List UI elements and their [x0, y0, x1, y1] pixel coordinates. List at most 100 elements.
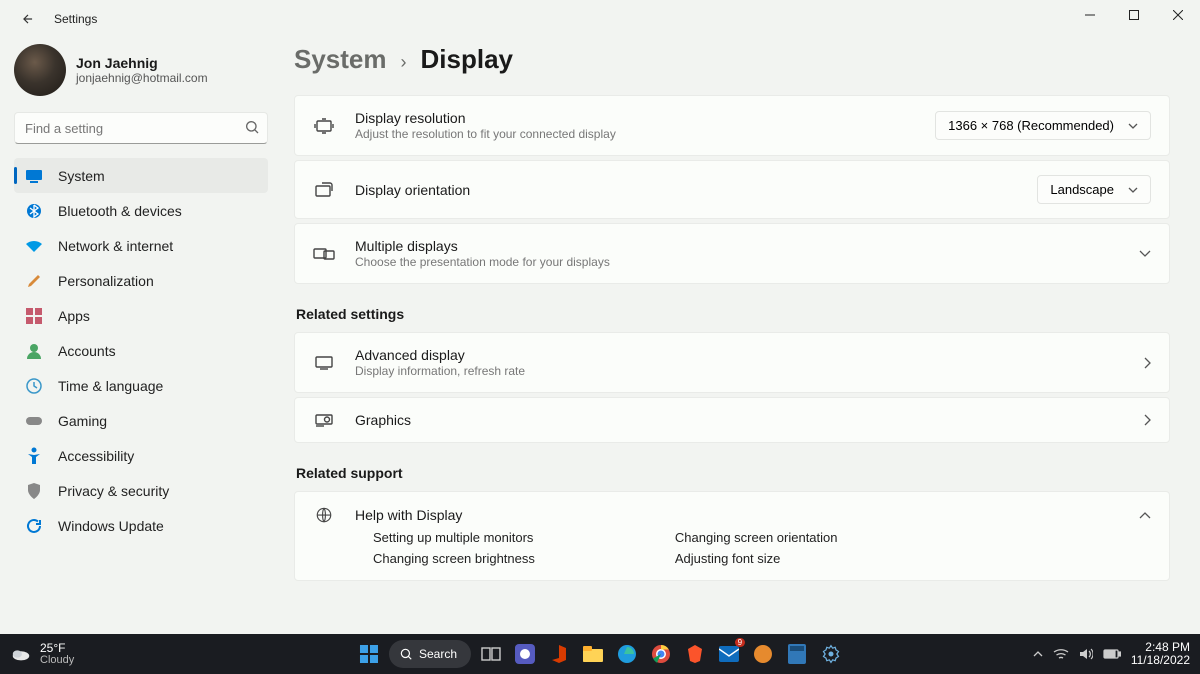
- chevron-down-icon: [1139, 250, 1151, 257]
- resolution-dropdown[interactable]: 1366 × 768 (Recommended): [935, 111, 1151, 140]
- help-link[interactable]: Changing screen brightness: [373, 551, 535, 566]
- taskbar-app-edge[interactable]: [613, 640, 641, 668]
- chevron-right-icon: ›: [401, 52, 407, 73]
- update-icon: [24, 516, 44, 536]
- person-icon: [24, 341, 44, 361]
- search-icon: [244, 119, 260, 135]
- search-input[interactable]: [14, 112, 268, 144]
- sidebar-item-accessibility[interactable]: Accessibility: [14, 438, 268, 473]
- help-with-display[interactable]: Help with Display Setting up multiple mo…: [294, 491, 1170, 581]
- wifi-icon: [24, 236, 44, 256]
- orientation-dropdown[interactable]: Landscape: [1037, 175, 1151, 204]
- setting-graphics[interactable]: Graphics: [294, 397, 1170, 443]
- dropdown-value: Landscape: [1050, 182, 1114, 197]
- setting-title: Advanced display: [355, 347, 1144, 363]
- taskbar-clock[interactable]: 2:48 PM 11/18/2022: [1131, 641, 1190, 667]
- dropdown-value: 1366 × 768 (Recommended): [948, 118, 1114, 133]
- monitor-icon: [313, 355, 335, 371]
- setting-subtitle: Adjust the resolution to fit your connec…: [355, 127, 935, 141]
- sidebar-item-label: Time & language: [58, 378, 163, 394]
- chevron-up-icon: [1139, 512, 1151, 519]
- taskbar-app-settings[interactable]: [817, 640, 845, 668]
- taskbar-app-teams[interactable]: [511, 640, 539, 668]
- sidebar-item-system[interactable]: System: [14, 158, 268, 193]
- weather-temp: 25°F: [40, 642, 74, 654]
- sidebar-item-label: Personalization: [58, 273, 154, 289]
- sidebar-item-accounts[interactable]: Accounts: [14, 333, 268, 368]
- sidebar-item-label: Network & internet: [58, 238, 173, 254]
- setting-title: Display orientation: [355, 182, 1037, 198]
- sidebar-item-time-language[interactable]: Time & language: [14, 368, 268, 403]
- maximize-button[interactable]: [1112, 0, 1156, 30]
- help-link[interactable]: Setting up multiple monitors: [373, 530, 535, 545]
- tray-volume-icon[interactable]: [1079, 648, 1093, 660]
- sidebar-item-bluetooth-devices[interactable]: Bluetooth & devices: [14, 193, 268, 228]
- sidebar-item-label: Apps: [58, 308, 90, 324]
- taskbar-app-mail[interactable]: 9: [715, 640, 743, 668]
- profile-email: jonjaehnig@hotmail.com: [76, 71, 208, 85]
- taskbar-search[interactable]: Search: [389, 640, 471, 668]
- task-view-icon[interactable]: [477, 640, 505, 668]
- taskbar-app-chrome[interactable]: [647, 640, 675, 668]
- sidebar-item-apps[interactable]: Apps: [14, 298, 268, 333]
- breadcrumb-parent[interactable]: System: [294, 44, 387, 75]
- setting-subtitle: Choose the presentation mode for your di…: [355, 255, 1139, 269]
- chevron-down-icon: [1128, 123, 1138, 129]
- setting-title: Display resolution: [355, 110, 935, 126]
- minimize-button[interactable]: [1068, 0, 1112, 30]
- sidebar-item-personalization[interactable]: Personalization: [14, 263, 268, 298]
- monitor-icon: [24, 166, 44, 186]
- sidebar-item-network-internet[interactable]: Network & internet: [14, 228, 268, 263]
- setting-display-resolution[interactable]: Display resolution Adjust the resolution…: [294, 95, 1170, 156]
- resolution-icon: [313, 118, 335, 134]
- setting-subtitle: Display information, refresh rate: [355, 364, 1144, 378]
- profile-block[interactable]: Jon Jaehnig jonjaehnig@hotmail.com: [14, 44, 268, 96]
- bluetooth-icon: [24, 201, 44, 221]
- tray-wifi-icon[interactable]: [1053, 648, 1069, 660]
- accessibility-icon: [24, 446, 44, 466]
- main-content: System › Display Display resolution Adju…: [280, 30, 1200, 634]
- sidebar-item-windows-update[interactable]: Windows Update: [14, 508, 268, 543]
- breadcrumb-current: Display: [421, 44, 514, 75]
- sidebar-item-label: System: [58, 168, 105, 184]
- setting-display-orientation[interactable]: Display orientation Landscape: [294, 160, 1170, 219]
- taskbar: 25°F Cloudy Search 9 2:48 PM 11/18/2022: [0, 634, 1200, 674]
- taskbar-app-calculator[interactable]: [783, 640, 811, 668]
- taskbar-app-explorer[interactable]: [579, 640, 607, 668]
- taskbar-weather[interactable]: 25°F Cloudy: [0, 642, 74, 666]
- chevron-right-icon: [1144, 357, 1151, 369]
- sidebar-item-privacy-security[interactable]: Privacy & security: [14, 473, 268, 508]
- gpu-icon: [313, 413, 335, 427]
- help-link[interactable]: Changing screen orientation: [675, 530, 838, 545]
- sidebar-item-label: Windows Update: [58, 518, 164, 534]
- section-related-settings: Related settings: [296, 306, 1170, 322]
- taskbar-app-generic1[interactable]: [749, 640, 777, 668]
- chevron-right-icon: [1144, 414, 1151, 426]
- tray-chevron-icon[interactable]: [1033, 651, 1043, 657]
- sidebar-item-label: Accessibility: [58, 448, 134, 464]
- search-label: Search: [419, 647, 457, 661]
- setting-title: Help with Display: [355, 507, 1139, 523]
- help-link[interactable]: Adjusting font size: [675, 551, 838, 566]
- setting-multiple-displays[interactable]: Multiple displays Choose the presentatio…: [294, 223, 1170, 284]
- sidebar-item-gaming[interactable]: Gaming: [14, 403, 268, 438]
- shield-icon: [24, 481, 44, 501]
- tray-battery-icon[interactable]: [1103, 649, 1121, 659]
- globe-clock-icon: [24, 376, 44, 396]
- search-box: [14, 112, 268, 144]
- setting-advanced-display[interactable]: Advanced display Display information, re…: [294, 332, 1170, 393]
- brush-icon: [24, 271, 44, 291]
- taskbar-app-brave[interactable]: [681, 640, 709, 668]
- apps-icon: [24, 306, 44, 326]
- search-icon: [399, 647, 413, 661]
- weather-label: Cloudy: [40, 654, 74, 666]
- back-button[interactable]: [16, 7, 40, 31]
- orientation-icon: [313, 182, 335, 198]
- taskbar-app-office[interactable]: [545, 640, 573, 668]
- section-related-support: Related support: [296, 465, 1170, 481]
- start-button[interactable]: [355, 640, 383, 668]
- sidebar: Jon Jaehnig jonjaehnig@hotmail.com Syste…: [0, 30, 280, 634]
- close-button[interactable]: [1156, 0, 1200, 30]
- profile-name: Jon Jaehnig: [76, 55, 208, 71]
- sidebar-item-label: Bluetooth & devices: [58, 203, 182, 219]
